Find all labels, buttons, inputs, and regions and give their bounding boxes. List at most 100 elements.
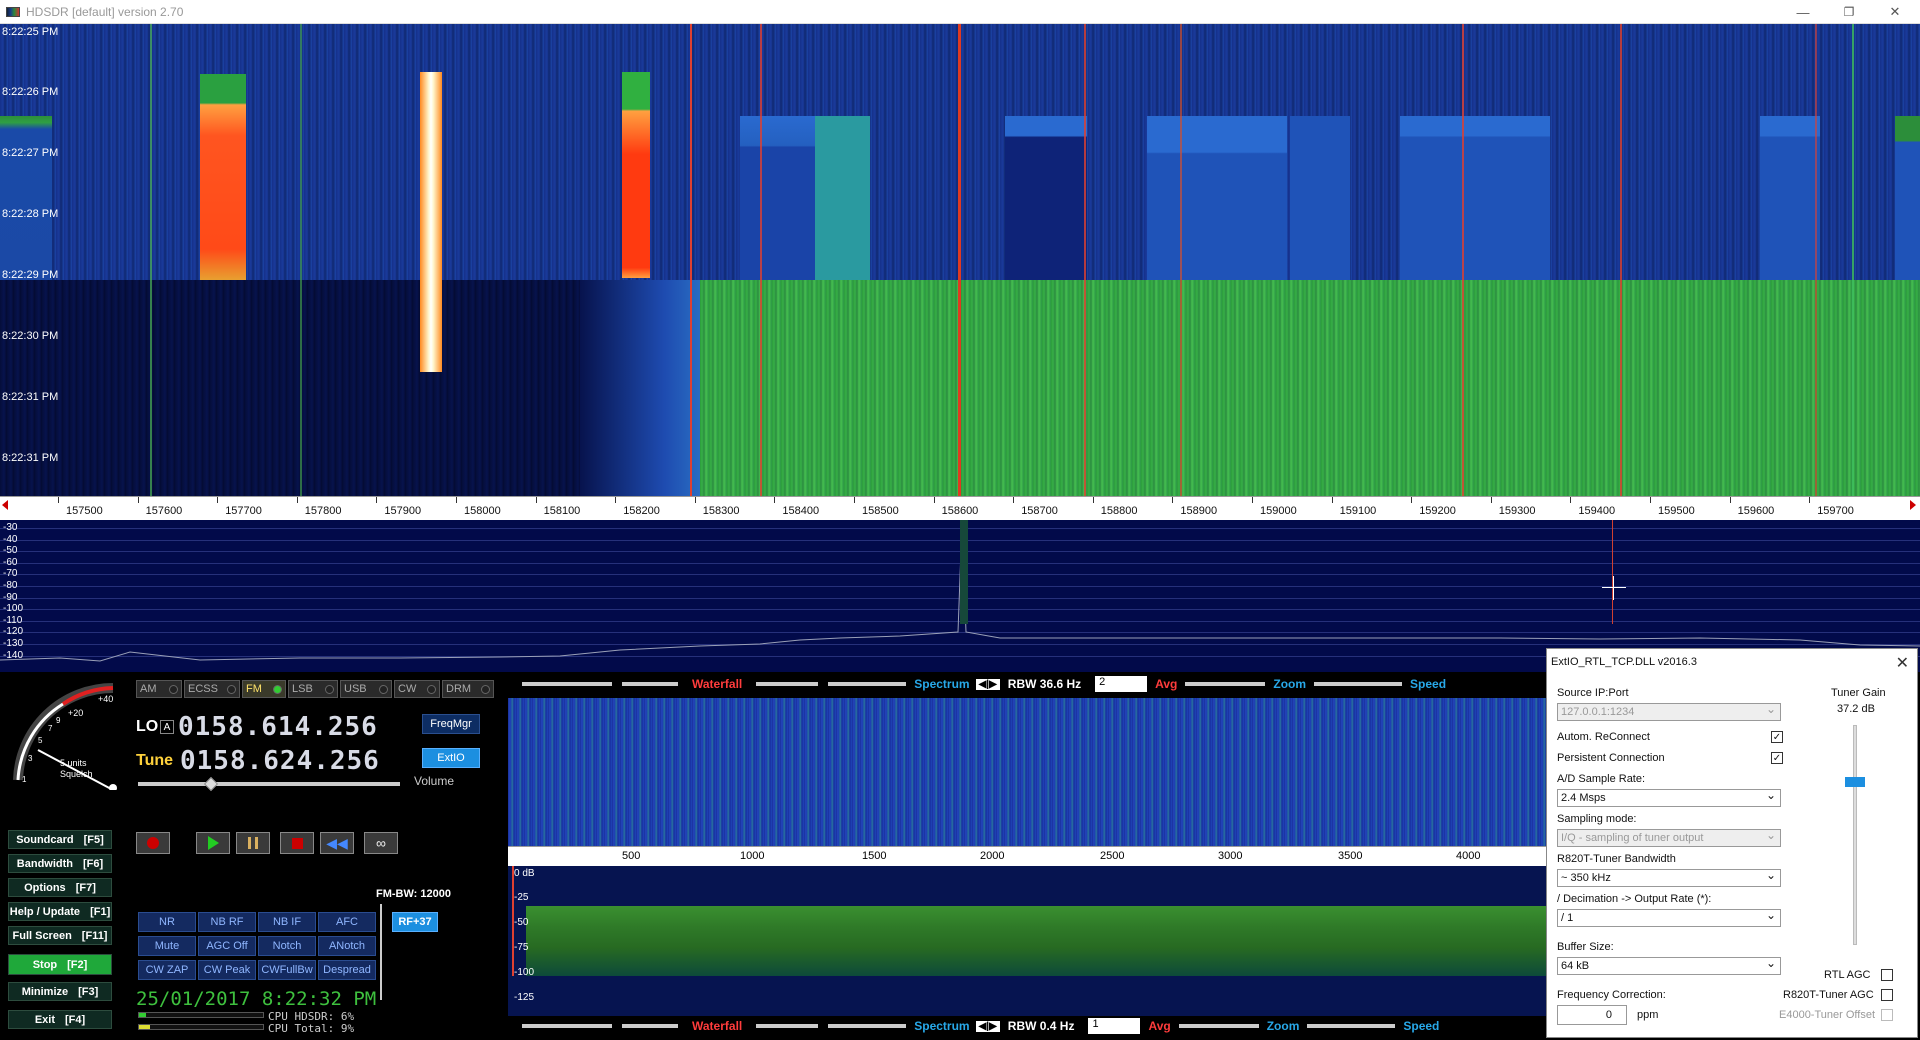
main-waterfall[interactable]: 8:22:25 PM 8:22:26 PM 8:22:27 PM 8:22:28…	[0, 24, 1920, 496]
decimation-select[interactable]: / 1	[1557, 908, 1781, 927]
rf-gain-button[interactable]: RF+37	[392, 912, 438, 932]
zoom-spectrum-label: Spectrum	[914, 1019, 970, 1033]
mode-ecss-button[interactable]: ECSS	[184, 680, 240, 698]
play-button[interactable]	[196, 832, 230, 854]
tune-frequency-value[interactable]: 0158.624.256	[180, 746, 380, 776]
despread-button[interactable]: Despread	[318, 960, 376, 980]
freqmgr-button[interactable]: FreqMgr	[422, 714, 480, 734]
pause-button[interactable]	[236, 832, 270, 854]
loop-icon: ∞	[376, 835, 386, 851]
mode-lsb-button[interactable]: LSB	[288, 680, 338, 698]
zoom-waterfall-contrast-slider[interactable]	[522, 1024, 612, 1028]
stop-button[interactable]: Stop [F2]	[8, 954, 112, 975]
scroll-right-icon[interactable]	[1910, 500, 1916, 510]
soundcard-button[interactable]: Soundcard [F5]	[8, 830, 112, 849]
agc-off-button[interactable]: AGC Off	[198, 936, 256, 956]
spectrum-db-label: -30	[3, 522, 18, 533]
zoom-zoom-slider[interactable]	[1178, 1024, 1259, 1028]
sampling-mode-select[interactable]: I/Q - sampling of tuner output	[1557, 828, 1781, 847]
zoom-spectrum[interactable]: 0 dB -25 -50 -75 -100 -125	[508, 866, 1548, 1016]
zoom-slider[interactable]	[1185, 682, 1266, 686]
e4000-offset-checkbox[interactable]	[1881, 1009, 1893, 1021]
waterfall-contrast-slider[interactable]	[522, 682, 612, 686]
source-ip-field[interactable]: 127.0.0.1:1234	[1557, 702, 1781, 721]
zoom-spectrum-slider-1[interactable]	[756, 1024, 819, 1028]
mute-button[interactable]: Mute	[138, 936, 196, 956]
stop-icon	[291, 837, 303, 849]
rtl-agc-checkbox[interactable]	[1881, 969, 1893, 981]
reconnect-label: Autom. ReConnect	[1557, 731, 1650, 743]
persistent-checkbox[interactable]: ✓	[1771, 752, 1783, 764]
tuner-bandwidth-select[interactable]: ~ 350 kHz	[1557, 868, 1781, 887]
minimize-app-button[interactable]: Minimize [F3]	[8, 982, 112, 1001]
reconnect-checkbox[interactable]: ✓	[1771, 731, 1783, 743]
loop-button[interactable]: ∞	[364, 832, 398, 854]
buffer-size-select[interactable]: 64 kB	[1557, 956, 1781, 975]
afc-button[interactable]: AFC	[318, 912, 376, 932]
cw-peak-button[interactable]: CW Peak	[198, 960, 256, 980]
zoom-speed-slider[interactable]	[1307, 1024, 1396, 1028]
mode-usb-button[interactable]: USB	[340, 680, 392, 698]
tune-frequency-row[interactable]: Tune 0158.624.256	[136, 746, 380, 776]
freq-tick-label: 158300	[694, 497, 740, 517]
freq-correction-input[interactable]: 0	[1557, 1005, 1627, 1025]
rtl-agc-label: RTL AGC	[1824, 969, 1871, 981]
tuner-gain-slider[interactable]	[1853, 725, 1857, 945]
fm-bw-label: FM-BW: 12000	[376, 888, 451, 900]
s-meter: +20 +40 1 3 5 7 9 5 units Squelch	[8, 680, 126, 792]
close-button[interactable]: ✕	[1872, 0, 1918, 24]
led-icon	[169, 684, 178, 694]
zoom-waterfall[interactable]	[508, 698, 1548, 846]
zoom-waterfall-brightness-slider[interactable]	[622, 1024, 678, 1028]
mode-cw-button[interactable]: CW	[394, 680, 440, 698]
avg-select[interactable]: 2	[1095, 676, 1148, 692]
help-update-button[interactable]: Help / Update [F1]	[8, 902, 112, 921]
r820t-agc-checkbox[interactable]	[1881, 989, 1893, 1001]
zoom-spectrum-slider-2[interactable]	[828, 1024, 907, 1028]
waterfall-brightness-slider[interactable]	[622, 682, 678, 686]
mode-am-button[interactable]: AM	[136, 680, 182, 698]
minimize-button[interactable]: —	[1780, 0, 1826, 24]
nr-button[interactable]: NR	[138, 912, 196, 932]
exit-button[interactable]: Exit [F4]	[8, 1010, 112, 1029]
notch-button[interactable]: Notch	[258, 936, 316, 956]
spectrum-db-label: -120	[3, 626, 24, 638]
tuner-gain-value: 37.2 dB	[1837, 703, 1875, 715]
zoom-rbw-arrows-icon[interactable]: ◀|▶	[975, 1020, 1000, 1032]
frequency-axis[interactable]: 157500 157600 157700 157800 157900 158000 1581…	[0, 496, 1920, 520]
mode-fm-button[interactable]: FM	[242, 680, 286, 698]
scroll-left-icon[interactable]	[2, 500, 8, 510]
tuner-gain-thumb[interactable]	[1845, 777, 1865, 787]
full-screen-button[interactable]: Full Screen [F11]	[8, 926, 112, 945]
crosshair-icon	[1602, 587, 1626, 588]
sample-rate-select[interactable]: 2.4 Msps	[1557, 788, 1781, 807]
spectrum-db-label: -60	[3, 556, 18, 568]
cw-zap-button[interactable]: CW ZAP	[138, 960, 196, 980]
lo-frequency-value[interactable]: 0158.614.256	[178, 712, 378, 742]
title-bar: HDSDR [default] version 2.70 — ❐ ✕	[0, 0, 1920, 24]
freq-tick-label: 157600	[137, 497, 183, 517]
freq-tick-label: 158800	[1092, 497, 1138, 517]
restore-button[interactable]: ❐	[1826, 0, 1872, 24]
spectrum-slider-1[interactable]	[756, 682, 819, 686]
tune-slider[interactable]	[138, 782, 400, 786]
hdsdr-app-icon	[6, 6, 20, 17]
fm-bw-slider[interactable]	[380, 904, 382, 1000]
lo-frequency-row[interactable]: LO A 0158.614.256	[136, 712, 378, 742]
extio-button[interactable]: ExtIO	[422, 748, 480, 768]
rbw-arrows-icon[interactable]: ◀|▶	[975, 678, 1000, 690]
cw-fullbw-button[interactable]: CWFullBw	[258, 960, 316, 980]
zoom-avg-select[interactable]: 1	[1088, 1018, 1141, 1034]
options-button[interactable]: Options [F7]	[8, 878, 112, 897]
record-button[interactable]	[136, 832, 170, 854]
anotch-button[interactable]: ANotch	[318, 936, 376, 956]
speed-slider[interactable]	[1314, 682, 1403, 686]
bandwidth-button[interactable]: Bandwidth [F6]	[8, 854, 112, 873]
nb-rf-button[interactable]: NB RF	[198, 912, 256, 932]
nb-if-button[interactable]: NB IF	[258, 912, 316, 932]
rewind-button[interactable]: ◀◀	[320, 832, 354, 854]
stop-playback-button[interactable]	[280, 832, 314, 854]
spectrum-slider-2[interactable]	[828, 682, 907, 686]
extio-close-icon[interactable]: ✕	[1896, 653, 1909, 673]
mode-drm-button[interactable]: DRM	[442, 680, 494, 698]
